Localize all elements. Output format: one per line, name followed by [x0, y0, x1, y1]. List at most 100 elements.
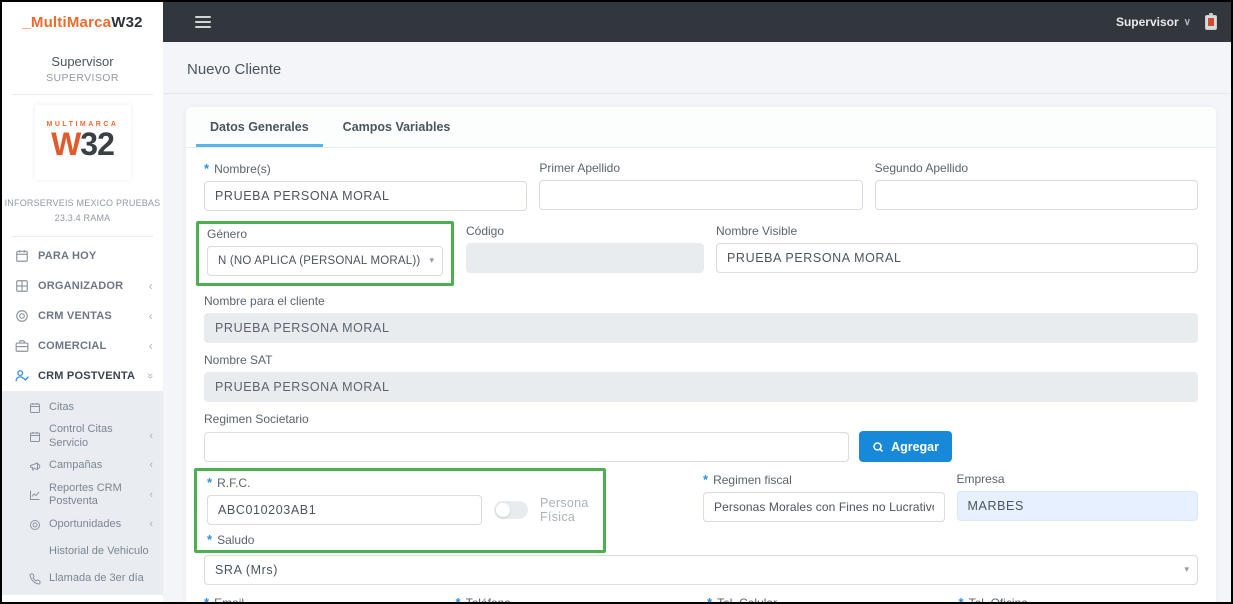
calendar-icon: [15, 249, 29, 263]
clipboard-icon[interactable]: [1205, 15, 1217, 30]
target-icon: [15, 309, 29, 323]
app-logo: _MultiMarcaW32: [2, 2, 163, 42]
telefono-label: Teléfono: [466, 596, 511, 603]
chevron-left-icon: ‹: [149, 430, 153, 444]
email-label: Email: [214, 596, 244, 603]
sidebar-item-campanas[interactable]: Campañas ‹: [2, 453, 163, 480]
crm-postventa-submenu: Citas Control Citas Servicio ‹ Campañas …: [2, 391, 163, 595]
sidebar-item-reportes-crm-postventa[interactable]: Reportes CRM Postventa ‹: [2, 480, 163, 512]
sidebar-item-label: PARA HOY: [38, 250, 96, 262]
sidebar-item-label: Oportunidades: [49, 518, 121, 532]
user-dropdown[interactable]: Supervisor ∨: [1116, 15, 1191, 29]
required-marker: *: [207, 475, 212, 490]
regimen-societario-input[interactable]: [204, 432, 849, 462]
company-logo: MULTIMARCA W32: [35, 105, 131, 180]
tab-datos-generales[interactable]: Datos Generales: [196, 107, 323, 147]
required-marker: *: [456, 595, 461, 602]
sidebar-item-organizador[interactable]: ORGANIZADOR ‹: [2, 271, 163, 301]
calendar-icon: [29, 431, 41, 443]
regimen-fiscal-input[interactable]: [703, 492, 945, 522]
app-logo-suffix: W32: [111, 14, 142, 31]
sidebar-item-llamada-3er-dia[interactable]: Llamada de 3er día: [2, 565, 163, 592]
divider: [12, 236, 153, 237]
org-info: INFORSERVEIS MEXICO PRUEBAS 23.3.4 RAMA: [2, 188, 163, 237]
sidebar-item-para-hoy[interactable]: PARA HOY: [2, 241, 163, 271]
genero-select[interactable]: [207, 246, 443, 276]
agregar-button-label: Agregar: [891, 440, 939, 454]
menu-icon[interactable]: [195, 16, 211, 28]
segundo-apellido-input[interactable]: [875, 180, 1198, 210]
sidebar-item-citas[interactable]: Citas: [2, 394, 163, 421]
user-dropdown-label: Supervisor: [1116, 15, 1179, 29]
primer-apellido-label: Primer Apellido: [539, 161, 620, 175]
persona-fisica-toggle[interactable]: [494, 501, 528, 519]
sidebar-item-control-citas-servicio[interactable]: Control Citas Servicio ‹: [2, 421, 163, 453]
persona-fisica-label: Persona Física: [540, 496, 593, 524]
nombre-cliente-label: Nombre para el cliente: [204, 294, 325, 308]
codigo-label: Código: [466, 224, 504, 238]
sidebar-item-comercial[interactable]: COMERCIAL ‹: [2, 331, 163, 361]
tab-campos-variables[interactable]: Campos Variables: [329, 107, 465, 147]
codigo-input: [466, 243, 704, 273]
rfc-highlight-box: *R.F.C. Persona Física *Saludo: [194, 468, 606, 553]
tel-oficina-label: Tel. Oficina: [969, 596, 1028, 603]
sidebar-user-role: SUPERVISOR: [6, 72, 159, 84]
search-icon: [872, 441, 884, 453]
sidebar-item-oportunidades[interactable]: Oportunidades ‹: [2, 511, 163, 538]
sidebar-item-label: Reportes CRM Postventa: [49, 482, 129, 510]
page-title: Nuevo Cliente: [163, 42, 1231, 94]
target-icon: [29, 519, 41, 531]
briefcase-icon: [15, 339, 29, 353]
tab-bar: Datos Generales Campos Variables: [186, 107, 1216, 148]
sidebar-user-name: Supervisor: [6, 54, 159, 69]
sidebar-item-label: Control Citas Servicio: [49, 423, 129, 451]
sidebar-item-crm-postventa[interactable]: CRM POSTVENTA »: [2, 361, 163, 391]
saludo-label: Saludo: [217, 533, 254, 547]
chevron-left-icon: ‹: [149, 518, 153, 532]
sidebar-item-historial-de-vehiculo[interactable]: Historial de Vehiculo: [2, 538, 163, 565]
sidebar-item-label: CRM POSTVENTA: [38, 370, 135, 382]
primer-apellido-input[interactable]: [539, 180, 862, 210]
chevron-left-icon: ‹: [149, 459, 153, 473]
saludo-select[interactable]: [204, 555, 1198, 585]
calendar-icon: [29, 402, 41, 414]
chevron-double-down-icon: »: [144, 373, 156, 379]
chevron-left-icon: ‹: [149, 489, 153, 503]
sidebar-user-block: Supervisor SUPERVISOR: [2, 42, 163, 94]
rfc-input[interactable]: [207, 495, 482, 525]
required-marker: *: [204, 595, 209, 602]
divider: [12, 94, 153, 95]
company-logo-32: 32: [80, 126, 114, 162]
nombres-label: Nombre(s): [214, 162, 271, 176]
required-marker: *: [707, 595, 712, 602]
required-marker: *: [959, 595, 964, 602]
sidebar-item-label: COMERCIAL: [38, 340, 106, 352]
main-content: Nuevo Cliente Datos Generales Campos Var…: [163, 42, 1231, 602]
agregar-button[interactable]: Agregar: [859, 431, 952, 462]
megaphone-icon: [29, 460, 41, 472]
tel-celular-label: Tel. Celular: [717, 596, 777, 603]
empresa-input[interactable]: [957, 491, 1199, 521]
grid-icon: [15, 279, 29, 293]
client-form-card: Datos Generales Campos Variables * Nombre…: [186, 107, 1216, 602]
chevron-down-icon: ∨: [1184, 17, 1191, 28]
sidebar-item-postventa[interactable]: POSTVENTA ‹: [2, 595, 163, 602]
required-marker: *: [204, 161, 209, 176]
chevron-left-icon: ‹: [149, 279, 153, 293]
nombres-input[interactable]: [204, 181, 527, 211]
sidebar-item-label: Llamada de 3er día: [49, 572, 144, 586]
nombre-sat-input: [204, 372, 1198, 402]
org-version: 23.3.4 RAMA: [4, 211, 161, 226]
top-nav-bar: Supervisor ∨: [163, 2, 1231, 42]
nombre-cliente-input: [204, 313, 1198, 343]
nombre-visible-input[interactable]: [716, 243, 1198, 273]
chart-icon: [29, 489, 41, 501]
company-logo-w: W: [51, 126, 80, 162]
sidebar-item-crm-ventas[interactable]: CRM VENTAS ‹: [2, 301, 163, 331]
datos-generales-form: *Nombre(s) Primer Apellido Segundo Apell…: [186, 148, 1216, 602]
chevron-left-icon: ‹: [149, 309, 153, 323]
org-name: INFORSERVEIS MEXICO PRUEBAS: [4, 196, 161, 211]
chevron-left-icon: ‹: [149, 339, 153, 353]
required-marker: *: [703, 472, 708, 487]
sidebar-item-label: Campañas: [49, 459, 102, 473]
